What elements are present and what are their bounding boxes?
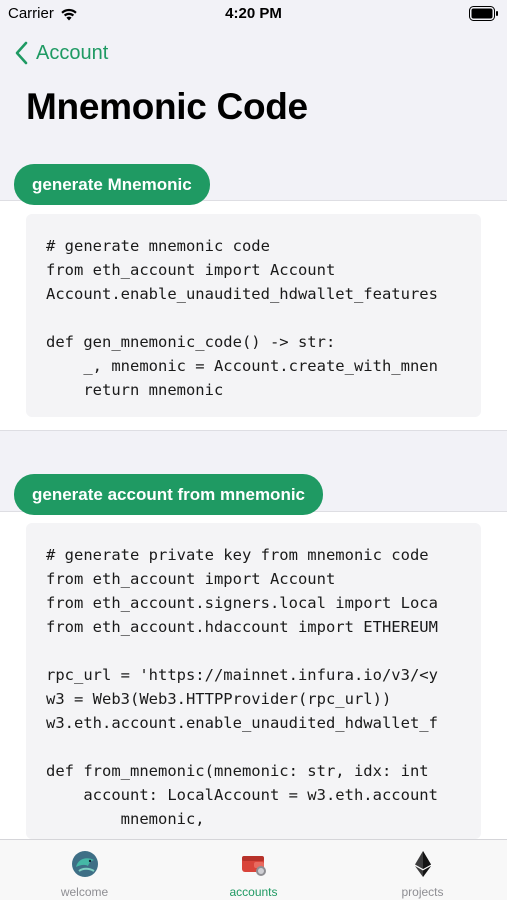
code-line: Account.enable_unaudited_hdwallet_featur… [46,285,438,303]
code-line: account: LocalAccount = w3.eth.account [46,786,438,804]
code-line: from eth_account import Account [46,570,336,588]
code-line: _, mnemonic = Account.create_with_mnen [46,357,438,375]
code-line: from eth_account.hdaccount import ETHERE… [46,618,438,636]
code-line: from eth_account import Account [46,261,336,279]
generate-account-button[interactable]: generate account from mnemonic [14,474,324,515]
page-title: Mnemonic Code [26,86,308,127]
tab-label-welcome: welcome [60,885,109,899]
code-line: w3 = Web3(Web3.HTTPProvider(rpc_url)) [46,690,392,708]
code-line: # generate private key from mnemonic cod… [46,546,429,564]
back-button[interactable]: Account [14,40,108,66]
code-line: def gen_mnemonic_code() -> str: [46,333,336,351]
code-line: rpc_url = 'https://mainnet.infura.io/v3/… [46,666,438,684]
code-line: mnemonic, [46,810,205,828]
wallet-icon [239,849,269,879]
screen: Carrier 4:20 PM Account Mnemonic Code # … [0,0,507,900]
tab-projects[interactable]: projects [338,840,507,900]
back-button-label: Account [36,41,109,64]
battery-icon [469,6,498,21]
section-generate-account: # generate private key from mnemonic cod… [0,512,507,839]
code-block-generate-account[interactable]: # generate private key from mnemonic cod… [26,523,481,839]
code-block-generate-mnemonic[interactable]: # generate mnemonic code from eth_accoun… [26,214,481,417]
code-line: w3.eth.account.enable_unaudited_hdwallet… [46,714,438,732]
tab-label-projects: projects [401,885,444,899]
tab-accounts[interactable]: accounts [169,840,338,900]
ethereum-icon [408,849,438,879]
clock: 4:20 PM [225,5,282,22]
dolphin-icon [70,849,100,879]
tab-bar: welcome accounts projects [0,839,507,900]
code-line: # generate mnemonic code [46,237,270,255]
generate-mnemonic-button[interactable]: generate Mnemonic [14,164,210,205]
chevron-left-icon [15,41,28,65]
tab-label-accounts: accounts [229,885,278,899]
section-generate-mnemonic: # generate mnemonic code from eth_accoun… [0,201,507,430]
code-line: return mnemonic [46,381,224,399]
tab-welcome[interactable]: welcome [0,840,169,900]
code-line: from eth_account.signers.local import Lo… [46,594,438,612]
code-line: def from_mnemonic(mnemonic: str, idx: in… [46,762,429,780]
status-bar: Carrier 4:20 PM [0,0,507,28]
section-divider [0,430,507,431]
